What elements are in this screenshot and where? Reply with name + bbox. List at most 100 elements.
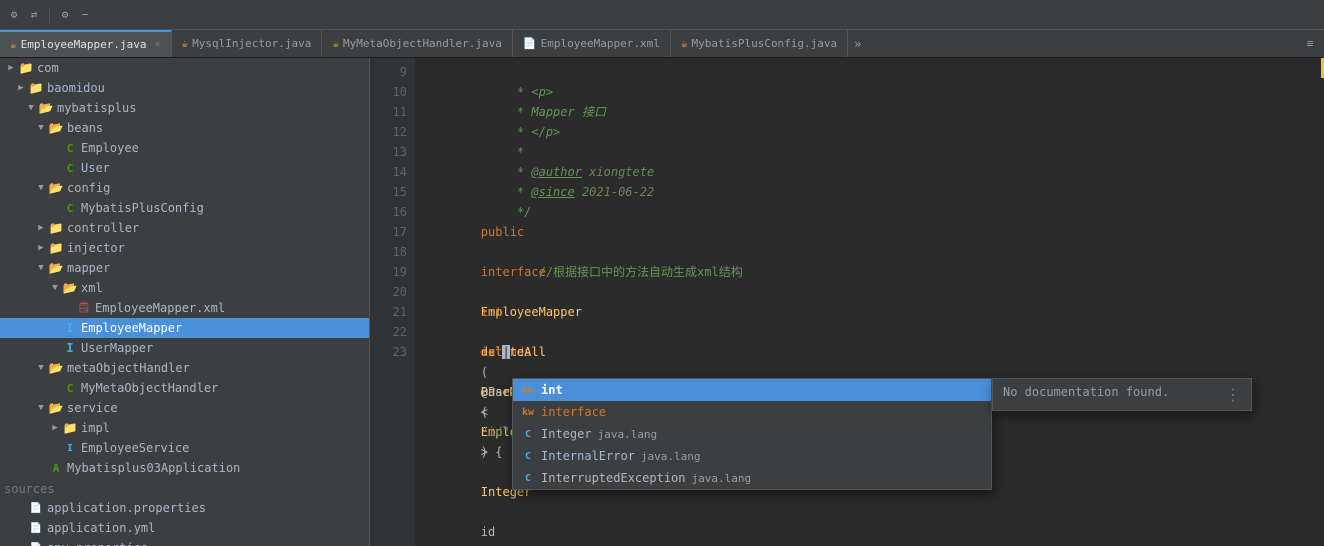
code-line-16: public interface EmployeeMapper extends …: [423, 202, 1316, 222]
tab-icon: ☕: [681, 37, 688, 50]
tab-mybatis-plus-config-java[interactable]: ☕ MybatisPlusConfig.java: [671, 30, 848, 58]
sidebar-item-impl[interactable]: ▶ 📁 impl: [0, 418, 369, 438]
app-icon: A: [48, 460, 64, 476]
sidebar-item-MybatisPlusConfig[interactable]: C MybatisPlusConfig: [0, 198, 369, 218]
props-icon-3: 📄: [28, 540, 44, 546]
sidebar-label-MybatisPlusConfig: MybatisPlusConfig: [81, 201, 204, 215]
folder-icon-controller: 📁: [48, 220, 64, 236]
right-gutter: [1316, 58, 1324, 546]
sidebar-label-application-properties: application.properties: [47, 501, 206, 515]
autocomplete-popup: kw int kw interface C Integer java.lang …: [512, 378, 992, 490]
sidebar-item-mapper[interactable]: ▼ 📂 mapper: [0, 258, 369, 278]
interface-icon-UserMapper: I: [62, 340, 78, 356]
tab-icon: ☕: [10, 38, 17, 51]
autocomplete-item-interface[interactable]: kw interface: [513, 401, 991, 423]
config-icon[interactable]: ⚙: [57, 7, 73, 23]
tab-icon: ☕: [182, 37, 189, 50]
settings-icon[interactable]: ⚙: [6, 7, 22, 23]
ac-keyword-icon-int: kw: [521, 383, 535, 397]
class-icon-Employee: C: [62, 140, 78, 156]
ac-label-InternalError: InternalError: [541, 449, 635, 463]
props-icon-1: 📄: [28, 500, 44, 516]
autocomplete-item-InterruptedException[interactable]: C InterruptedException java.lang: [513, 467, 991, 489]
autocomplete-item-int[interactable]: kw int: [513, 379, 991, 401]
class-icon-MyMetaObjectHandler: C: [62, 380, 78, 396]
tab-employee-mapper-java[interactable]: ☕ EmployeeMapper.java ✕: [0, 30, 172, 58]
tab-my-meta-object-handler-java[interactable]: ☕ MyMetaObjectHandler.java: [322, 30, 513, 58]
tab-employee-mapper-xml[interactable]: 📄 EmployeeMapper.xml: [513, 30, 671, 58]
folder-arrow-com: ▶: [4, 63, 18, 73]
sidebar-item-EmployeeService[interactable]: I EmployeeService: [0, 438, 369, 458]
ac-class-icon-Integer: C: [521, 427, 535, 441]
autocomplete-item-Integer[interactable]: C Integer java.lang: [513, 423, 991, 445]
folder-arrow-beans: ▼: [34, 123, 48, 133]
ac-label-int: int: [541, 383, 563, 397]
minus-icon[interactable]: −: [77, 7, 93, 23]
sidebar-label-xml: xml: [81, 281, 103, 295]
sidebar-item-spy-properties[interactable]: 📄 spy.properties: [0, 538, 369, 546]
class-icon-MybatisPlusConfig: C: [62, 200, 78, 216]
code-content[interactable]: * <p> * Mapper 接口 * </p> * * @author xio…: [415, 58, 1316, 546]
tab-overflow-button[interactable]: »: [848, 37, 867, 51]
sidebar-item-application-yml[interactable]: 📄 application.yml: [0, 518, 369, 538]
keyword-int-21: int: [481, 345, 503, 359]
doc-more-icon[interactable]: ⋮: [1225, 385, 1241, 404]
sidebar-label-EmployeeMapper-xml: EmployeeMapper.xml: [95, 301, 225, 315]
sidebar-label-config: config: [67, 181, 110, 195]
sidebar-item-EmployeeMapper[interactable]: I EmployeeMapper: [0, 318, 369, 338]
props-icon-2: 📄: [28, 520, 44, 536]
paren-close-param: ): [481, 445, 488, 459]
sidebar-item-EmployeeMapper-xml[interactable]: 🗒 EmployeeMapper.xml: [0, 298, 369, 318]
folder-icon-mapper: 📂: [48, 260, 64, 276]
sidebar-item-metaObjectHandler[interactable]: ▼ 📂 metaObjectHandler: [0, 358, 369, 378]
sidebar-label-baomidou: baomidou: [47, 81, 105, 95]
sidebar-item-MyMetaObjectHandler[interactable]: C MyMetaObjectHandler: [0, 378, 369, 398]
folder-icon-mybatisplus: 📂: [38, 100, 54, 116]
sidebar-label-application-yml: application.yml: [47, 521, 155, 535]
panel-settings-icon[interactable]: ≡: [1302, 36, 1318, 52]
code-line-9: * <p>: [423, 62, 1316, 82]
tab-label: EmployeeMapper.xml: [541, 37, 660, 50]
sidebar-item-config[interactable]: ▼ 📂 config: [0, 178, 369, 198]
tab-mysql-injector-java[interactable]: ☕ MysqlInjector.java: [172, 30, 323, 58]
folder-arrow-controller: ▶: [34, 223, 48, 233]
sidebar-label-controller: controller: [67, 221, 139, 235]
sidebar-item-mybatisplus[interactable]: ▼ 📂 mybatisplus: [0, 98, 369, 118]
sidebar-item-UserMapper[interactable]: I UserMapper: [0, 338, 369, 358]
comment-span: *: [481, 165, 532, 179]
class-icon-User: C: [62, 160, 78, 176]
comment-span: *: [481, 145, 524, 159]
sidebar-item-User[interactable]: C User: [0, 158, 369, 178]
sidebar-label-beans: beans: [67, 121, 103, 135]
tab-label: MyMetaObjectHandler.java: [343, 37, 502, 50]
sidebar-item-xml[interactable]: ▼ 📂 xml: [0, 278, 369, 298]
folder-icon-xml: 📂: [62, 280, 78, 296]
autocomplete-item-InternalError[interactable]: C InternalError java.lang: [513, 445, 991, 467]
interface-icon-EmployeeMapper: I: [62, 320, 78, 336]
sidebar-item-Employee[interactable]: C Employee: [0, 138, 369, 158]
comment-span: *: [481, 185, 532, 199]
sidebar-item-Mybatisplus03Application[interactable]: A Mybatisplus03Application: [0, 458, 369, 478]
code-line-20: [423, 282, 1316, 302]
sidebar-item-com[interactable]: ▶ 📁 com: [0, 58, 369, 78]
tab-close[interactable]: ✕: [154, 39, 160, 50]
ac-type-Integer: java.lang: [598, 428, 658, 441]
folder-arrow-config: ▼: [34, 183, 48, 193]
folder-arrow-service: ▼: [34, 403, 48, 413]
sidebar-label-impl: impl: [81, 421, 110, 435]
sidebar-item-application-properties[interactable]: 📄 application.properties: [0, 498, 369, 518]
comment-span: * </p>: [481, 125, 560, 139]
sidebar-item-baomidou[interactable]: ▶ 📁 baomidou: [0, 78, 369, 98]
sidebar-item-controller[interactable]: ▶ 📁 controller: [0, 218, 369, 238]
sidebar-label-mapper: mapper: [67, 261, 110, 275]
sidebar-sources-label: sources: [4, 482, 55, 496]
split-icon[interactable]: ⇄: [26, 7, 42, 23]
sidebar-item-injector[interactable]: ▶ 📁 injector: [0, 238, 369, 258]
documentation-panel: No documentation found. ⋮: [992, 378, 1252, 411]
sidebar-item-service[interactable]: ▼ 📂 service: [0, 398, 369, 418]
sidebar-item-beans[interactable]: ▼ 📂 beans: [0, 118, 369, 138]
keyword-int-19: int: [481, 305, 503, 319]
space: [481, 465, 488, 479]
sidebar-label-MyMetaObjectHandler: MyMetaObjectHandler: [81, 381, 218, 395]
folder-icon-injector: 📁: [48, 240, 64, 256]
